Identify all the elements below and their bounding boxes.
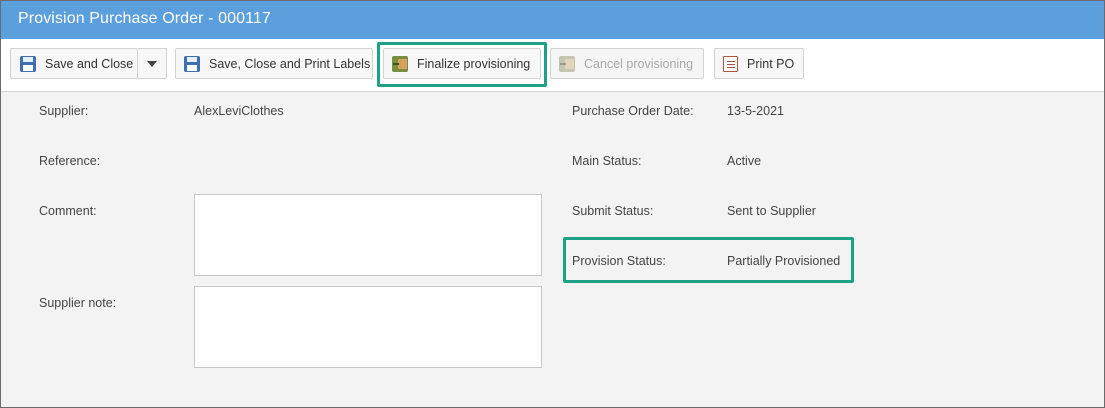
- save-and-close-label: Save and Close: [45, 56, 134, 71]
- comment-label: Comment:: [39, 204, 97, 218]
- document-print-icon: [723, 55, 738, 72]
- print-po-button[interactable]: Print PO: [714, 48, 804, 79]
- floppy-disk-icon: [184, 55, 200, 72]
- cancel-provisioning-icon: [559, 55, 575, 72]
- form-area: Supplier: AlexLeviClothes Reference: Com…: [19, 94, 1087, 391]
- cancel-provisioning-button[interactable]: Cancel provisioning: [550, 48, 704, 79]
- save-close-print-labels-button[interactable]: Save, Close and Print Labels: [175, 48, 373, 79]
- provision-status-highlight-box: [563, 237, 854, 283]
- supplier-note-field[interactable]: [194, 286, 542, 368]
- print-po-label: Print PO: [747, 56, 795, 71]
- chevron-down-icon: [147, 61, 157, 67]
- reference-label: Reference:: [39, 154, 101, 168]
- supplier-value: AlexLeviClothes: [194, 104, 284, 118]
- supplier-note-label: Supplier note:: [39, 296, 117, 310]
- po-date-value: 13-5-2021: [727, 104, 784, 118]
- submit-status-value: Sent to Supplier: [727, 204, 816, 218]
- submit-status-label: Submit Status:: [572, 204, 654, 218]
- window-title: Provision Purchase Order - 000117: [18, 10, 271, 27]
- supplier-label: Supplier:: [39, 104, 89, 118]
- save-options-dropdown-button[interactable]: [138, 48, 167, 79]
- po-date-label: Purchase Order Date:: [572, 104, 694, 118]
- main-status-value: Active: [727, 154, 762, 168]
- provision-po-window: Provision Purchase Order - 000117 Save a…: [0, 0, 1105, 408]
- main-status-label: Main Status:: [572, 154, 642, 168]
- toolbar: Save and Close Save, Close and Print Lab…: [1, 39, 1104, 92]
- title-bar: Provision Purchase Order - 000117: [1, 1, 1104, 39]
- finalize-highlight-box: [377, 42, 547, 87]
- save-and-close-button[interactable]: Save and Close: [10, 48, 138, 79]
- cancel-provisioning-label: Cancel provisioning: [584, 56, 694, 71]
- save-close-print-labels-label: Save, Close and Print Labels: [209, 56, 371, 71]
- comment-field[interactable]: [194, 194, 542, 276]
- floppy-disk-icon: [20, 55, 36, 72]
